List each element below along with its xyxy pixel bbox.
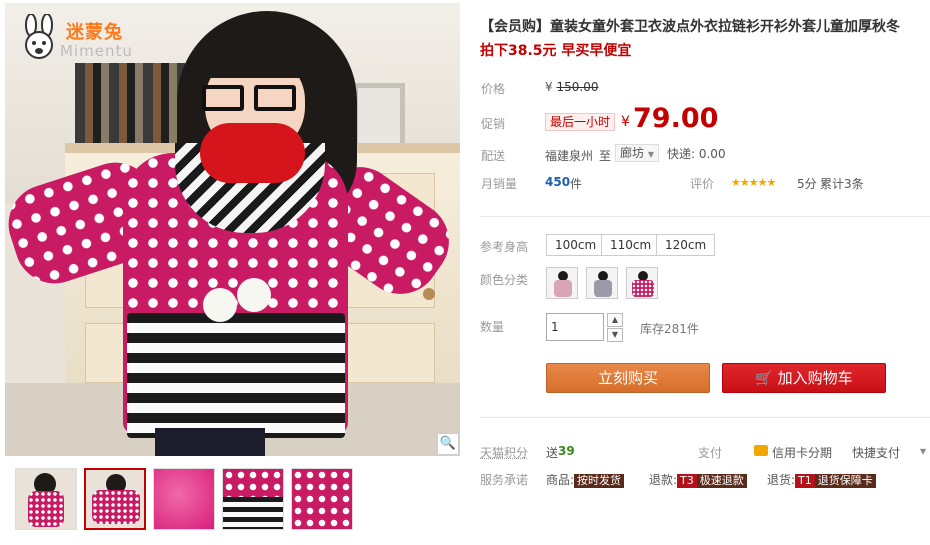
brand-name: 迷蒙兔 [66,22,123,43]
quantity-input[interactable]: 1 [546,313,604,341]
review-count[interactable]: 累计3条 [820,175,864,192]
color-option-3[interactable] [626,267,658,299]
price-panel: 价格 ¥ 150.00 促销 最后一小时 ¥ 79.00 配送 福建泉州 至 廊… [475,70,930,200]
service-goods: 商品: 按时发货 [546,471,625,488]
chevron-down-icon[interactable]: ▾ [920,444,926,458]
product-title: 【会员购】童装女童外套卫衣波点外衣拉链衫开衫外套儿童加厚秋冬 [480,19,900,35]
color-option-2[interactable] [586,267,618,299]
zoom-icon[interactable]: 🔍 [437,433,459,455]
sales-unit: 件 [570,177,583,191]
photo-frame-decoration [353,83,405,151]
main-product-image[interactable] [5,3,460,456]
product-subtitle: 拍下38.5元 早买早便宜 [480,43,632,59]
photo-striped-pocket [127,313,345,438]
quantity-down-button[interactable]: ▼ [607,328,623,342]
cart-icon: 🛒 [755,371,773,387]
stock-text: 库存281件 [640,322,699,336]
credit-installment: 信用卡分期 [772,446,833,460]
thumbnail-3[interactable] [153,468,215,530]
original-price: ¥ 150.00 [545,80,599,94]
promo-currency: ¥ [621,114,630,130]
service-refund: 退款: T3 极速退款 [649,471,747,488]
buy-now-button[interactable]: 立刻购买 [546,363,710,393]
points-label[interactable]: 天猫积分 [480,444,528,461]
shipping-to: 至 [599,149,612,163]
pay-label: 支付 [698,446,723,460]
thumbnail-1[interactable] [15,468,77,530]
points-value: 39 [558,444,575,458]
thumbnail-2-selected[interactable] [84,468,146,530]
photo-glasses [202,85,298,113]
brand-logo: 迷蒙兔 Mimentu [20,14,140,64]
size-option-100[interactable]: 100cm [546,234,606,256]
shipping-origin: 福建泉州 [545,149,594,163]
thumbnail-4[interactable] [222,468,284,530]
quantity-up-button[interactable]: ▲ [607,313,623,327]
quantity-label: 数量 [480,320,505,334]
photo-pompom [203,288,237,322]
thumbnail-5[interactable] [291,468,353,530]
chevron-down-icon: ▼ [647,150,654,159]
photo-pompom [237,278,271,312]
bunny-logo-icon [25,14,53,59]
brand-subname: Mimentu [60,42,133,60]
service-return: 退货: T1 退货保障卡 [767,471,876,488]
credit-card-icon [754,445,768,456]
promo-label: 促销 [481,117,506,131]
quick-pay: 快捷支付 [852,446,901,460]
promo-tag: 最后一小时 [545,113,616,131]
add-to-cart-label: 加入购物车 [777,369,853,387]
destination-select[interactable]: 廊坊 ▼ [615,144,659,162]
size-label: 参考身高 [480,240,529,254]
shipping-fee: 快递: 0.00 [667,147,726,161]
shipping-label: 配送 [481,149,506,163]
divider [480,216,930,217]
photo-red-scarf [200,123,305,183]
photo-books [75,63,185,143]
sales-count: 450 [545,175,571,189]
photo-bangs [197,33,317,78]
size-option-120[interactable]: 120cm [656,234,716,256]
promo-price: 79.00 [633,103,719,134]
sales-label: 月销量 [481,177,518,191]
color-option-1[interactable] [546,267,578,299]
add-to-cart-button[interactable]: 🛒 加入购物车 [722,363,886,393]
rating-score: 5分 [797,177,817,191]
photo-legs [155,428,265,456]
color-label: 颜色分类 [480,273,529,287]
rating-label: 评价 [690,177,715,191]
rating-stars-icon: ★★★★★ [731,176,776,189]
price-label: 价格 [481,82,506,96]
points-prefix: 送 [546,446,559,460]
size-option-110[interactable]: 110cm [601,234,661,256]
service-label: 服务承诺 [480,473,529,487]
divider [480,417,930,418]
